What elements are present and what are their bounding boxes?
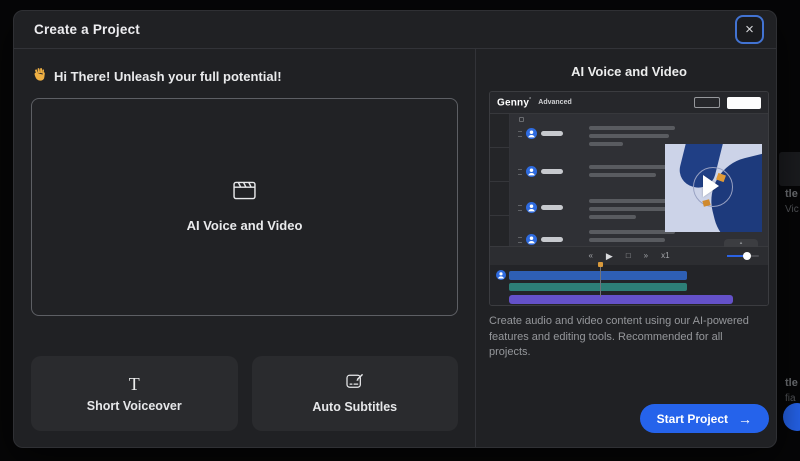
text-line bbox=[589, 238, 665, 242]
forward-icon: » bbox=[643, 251, 649, 260]
video-preview-thumbnail bbox=[665, 144, 762, 232]
playhead-marker bbox=[598, 262, 603, 267]
background-card-title: tle bbox=[785, 188, 798, 200]
card-label: Short Voiceover bbox=[86, 398, 182, 413]
project-description: Create audio and video content using our… bbox=[489, 315, 749, 359]
text-lines bbox=[589, 126, 675, 150]
card-label: AI Voice and Video bbox=[186, 218, 303, 233]
drag-handle-icon bbox=[518, 236, 522, 243]
text-lines bbox=[589, 165, 675, 181]
background-help-fab bbox=[783, 403, 800, 431]
background-card-title: tle bbox=[785, 377, 798, 389]
text-line bbox=[589, 134, 669, 138]
speaker-name-pill bbox=[541, 131, 563, 136]
speaker-name-pill bbox=[541, 205, 563, 210]
modal-title: Create a Project bbox=[34, 22, 140, 37]
drag-handle-icon bbox=[518, 204, 522, 211]
text-lines bbox=[589, 230, 675, 246]
preview-outline-button bbox=[694, 97, 720, 108]
text-line bbox=[589, 199, 675, 203]
track-bar-blue bbox=[509, 270, 687, 280]
project-detail-column: AI Voice and Video Genny* Advanced ▴ « ▶… bbox=[475, 49, 776, 447]
genny-logo: Genny* bbox=[497, 96, 532, 109]
speaker-row bbox=[518, 202, 563, 213]
secondary-cards-row: T Short Voiceover Auto Subtitles bbox=[31, 356, 458, 431]
track-bar-teal bbox=[509, 283, 687, 291]
speaker-row bbox=[518, 128, 563, 139]
background-card-thumbnail bbox=[779, 152, 800, 186]
track-bar-purple bbox=[509, 295, 733, 304]
close-button[interactable]: × bbox=[735, 15, 764, 44]
card-label: Auto Subtitles bbox=[312, 400, 398, 414]
card-auto-subtitles[interactable]: Auto Subtitles bbox=[251, 356, 458, 431]
preview-playback-controls: ▴ « ▶ □ » x1 bbox=[490, 239, 768, 265]
preview-toolbar-icon bbox=[519, 117, 524, 122]
modal-header: Create a Project × bbox=[14, 11, 776, 49]
volume-slider bbox=[727, 252, 759, 260]
rewind-icon: « bbox=[588, 251, 593, 260]
timeline-collapse-tab: ▴ bbox=[724, 239, 758, 247]
plan-badge: Advanced bbox=[538, 99, 572, 106]
speaker-avatar bbox=[526, 234, 537, 245]
greeting: Hi There! Unleash your full potential! bbox=[32, 67, 458, 85]
drag-handle-icon bbox=[518, 168, 522, 175]
play-icon: ▶ bbox=[605, 250, 613, 261]
text-t-icon: T bbox=[128, 373, 140, 394]
screen: tle Vic tle fia Create a Project × Hi Th… bbox=[0, 0, 800, 461]
preview-white-button bbox=[727, 96, 761, 109]
playhead bbox=[600, 265, 601, 297]
background-card-subtitle: Vic bbox=[785, 204, 799, 215]
preview-timeline bbox=[490, 262, 768, 305]
playback-speed: x1 bbox=[661, 251, 670, 260]
slider-knob bbox=[743, 252, 751, 260]
logo-mark: * bbox=[529, 96, 532, 103]
arrow-right-icon: → bbox=[738, 410, 752, 427]
drag-handle-icon bbox=[518, 130, 522, 137]
text-line bbox=[589, 207, 672, 211]
create-project-modal: Create a Project × Hi There! Unleash you… bbox=[13, 10, 777, 448]
speaker-row bbox=[518, 234, 563, 245]
speaker-avatar bbox=[526, 166, 537, 177]
preview-editor-area bbox=[490, 114, 768, 246]
start-project-button[interactable]: Start Project → bbox=[639, 404, 769, 433]
speaker-avatar bbox=[526, 202, 537, 213]
preview-script-list bbox=[510, 114, 768, 246]
text-lines bbox=[589, 199, 675, 223]
speaker-row bbox=[518, 166, 563, 177]
genny-preview-image: Genny* Advanced ▴ « ▶ □ » x1 bbox=[489, 91, 769, 306]
speaker-name-pill bbox=[541, 237, 563, 242]
speaker-name-pill bbox=[541, 169, 563, 174]
greeting-text: Hi There! Unleash your full potential! bbox=[54, 68, 282, 84]
text-line bbox=[589, 215, 637, 219]
text-line bbox=[589, 165, 675, 169]
card-ai-voice-and-video[interactable]: AI Voice and Video bbox=[31, 98, 458, 316]
subtitles-edit-icon bbox=[346, 373, 364, 394]
text-line bbox=[589, 142, 624, 146]
start-project-label: Start Project bbox=[656, 411, 728, 426]
modal-body: Hi There! Unleash your full potential! A… bbox=[14, 49, 776, 447]
play-icon bbox=[703, 175, 719, 197]
clapperboard-icon bbox=[233, 181, 256, 205]
speaker-avatar bbox=[496, 270, 506, 280]
text-line bbox=[589, 230, 675, 234]
wave-icon bbox=[32, 67, 47, 85]
card-short-voiceover[interactable]: T Short Voiceover bbox=[31, 356, 238, 431]
preview-sidebar bbox=[490, 114, 510, 246]
speaker-avatar bbox=[526, 128, 537, 139]
text-line bbox=[589, 173, 657, 177]
preview-topbar: Genny* Advanced bbox=[490, 92, 768, 114]
project-options-column: Hi There! Unleash your full potential! A… bbox=[14, 49, 475, 447]
stop-icon: □ bbox=[625, 251, 631, 260]
text-line bbox=[589, 126, 675, 130]
timeline-track-voice bbox=[496, 270, 768, 280]
close-icon: × bbox=[745, 21, 754, 38]
detail-heading: AI Voice and Video bbox=[571, 64, 687, 79]
